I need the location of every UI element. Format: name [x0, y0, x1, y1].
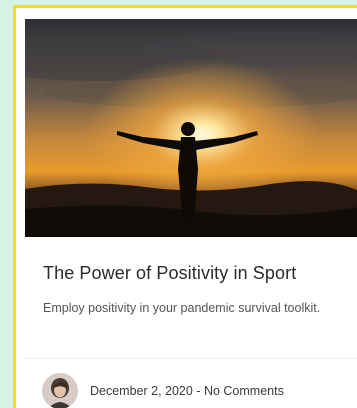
post-featured-image[interactable] — [25, 19, 357, 237]
meta-separator: - — [192, 384, 204, 398]
post-meta: December 2, 2020 - No Comments — [42, 373, 284, 408]
post-card: The Power of Positivity in Sport Employ … — [13, 5, 357, 408]
post-comments-link[interactable]: No Comments — [204, 384, 284, 398]
author-avatar[interactable] — [42, 373, 78, 408]
post-date-link[interactable]: December 2, 2020 — [90, 384, 193, 398]
post-excerpt: Employ positivity in your pandemic survi… — [43, 301, 321, 315]
card-divider — [25, 358, 357, 359]
post-title-link[interactable]: The Power of Positivity in Sport — [43, 263, 357, 284]
post-meta-text: December 2, 2020 - No Comments — [90, 384, 284, 398]
